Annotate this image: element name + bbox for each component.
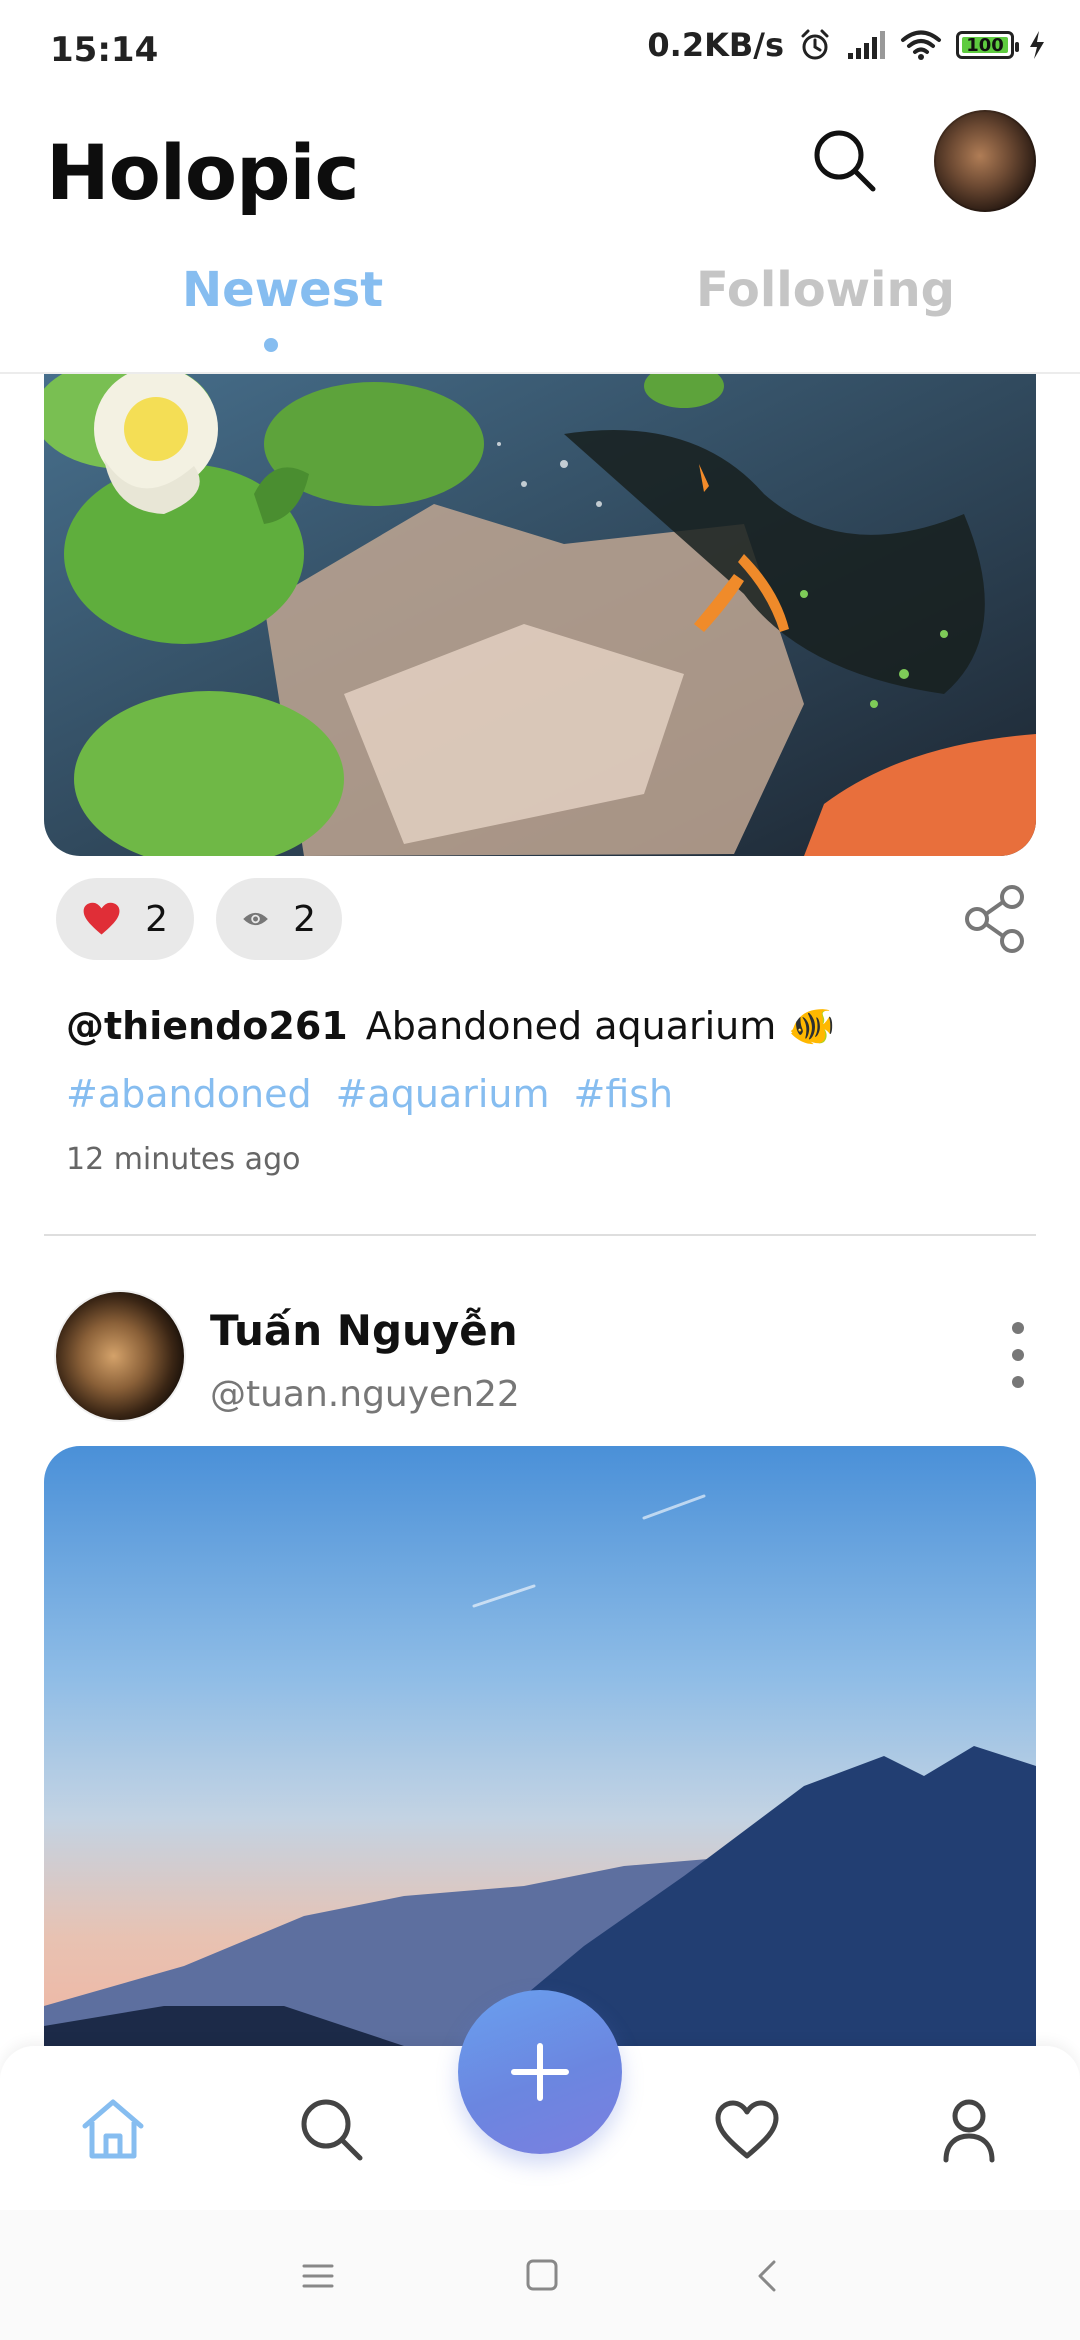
tag-aquarium[interactable]: #aquarium [336,1072,550,1116]
eye-icon [243,912,268,926]
post-caption-text: Abandoned aquarium 🐠 [365,1004,836,1048]
battery-icon: 100 [956,31,1019,59]
menu-icon [302,2264,334,2288]
nav-home[interactable] [78,2094,148,2164]
tag-abandoned[interactable]: #abandoned [66,1072,312,1116]
post-username[interactable]: @thiendo261 [66,1004,348,1048]
mountain-landscape [44,1446,1036,2046]
view-count: 2 [293,898,316,940]
home-icon [82,2099,144,2159]
heart-icon [715,2100,779,2159]
header-search-button[interactable] [810,126,880,196]
avatar[interactable] [934,110,1036,212]
post-tags: #abandoned #aquarium #fish [66,1072,673,1116]
heart-icon [83,902,120,935]
nav-profile[interactable] [934,2094,1004,2164]
tag-fish[interactable]: #fish [573,1072,673,1116]
back-icon [758,2260,776,2292]
share-button[interactable] [962,884,1028,954]
search-icon [301,2099,363,2161]
user-icon [943,2099,995,2163]
like-button[interactable]: 2 [56,878,194,960]
home-square-icon [526,2259,558,2291]
active-tab-indicator [264,338,278,352]
plus-icon [511,2043,569,2101]
aquarium-artwork [44,374,1036,856]
network-speed: 0.2KB/s [647,26,784,64]
status-indicators: 0.2KB/s 100 [647,26,1046,64]
post-time: 12 minutes ago [66,1142,301,1177]
view-count-badge: 2 [216,878,342,960]
post-divider [44,1234,1036,1236]
tab-following[interactable]: Following [696,262,955,318]
system-menu-button[interactable] [298,2258,338,2294]
nav-search[interactable] [296,2094,366,2164]
author-avatar[interactable] [56,1292,184,1420]
alarm-icon [801,29,829,60]
search-icon [814,130,876,192]
create-post-button[interactable] [458,1990,622,2154]
post-image-2[interactable] [44,1446,1036,2046]
post-caption: @thiendo261 Abandoned aquarium 🐠 [66,1004,836,1049]
app-title: Holopic [46,128,360,217]
share-icon [965,885,1024,953]
status-time: 15:14 [50,30,159,70]
author-name[interactable]: Tuấn Nguyễn [210,1306,518,1355]
author-handle[interactable]: @tuan.nguyen22 [210,1374,520,1415]
battery-level: 100 [966,34,1004,56]
system-home-button[interactable] [522,2258,562,2294]
nav-favorites[interactable] [712,2094,782,2164]
signal-icon [848,31,885,59]
like-count: 2 [145,898,168,940]
system-back-button[interactable] [748,2258,788,2294]
charging-icon [1030,31,1044,59]
wifi-icon [901,30,941,60]
tab-newest[interactable]: Newest [182,262,383,318]
more-vertical-icon[interactable] [1006,1322,1030,1388]
post-image[interactable] [44,374,1036,856]
